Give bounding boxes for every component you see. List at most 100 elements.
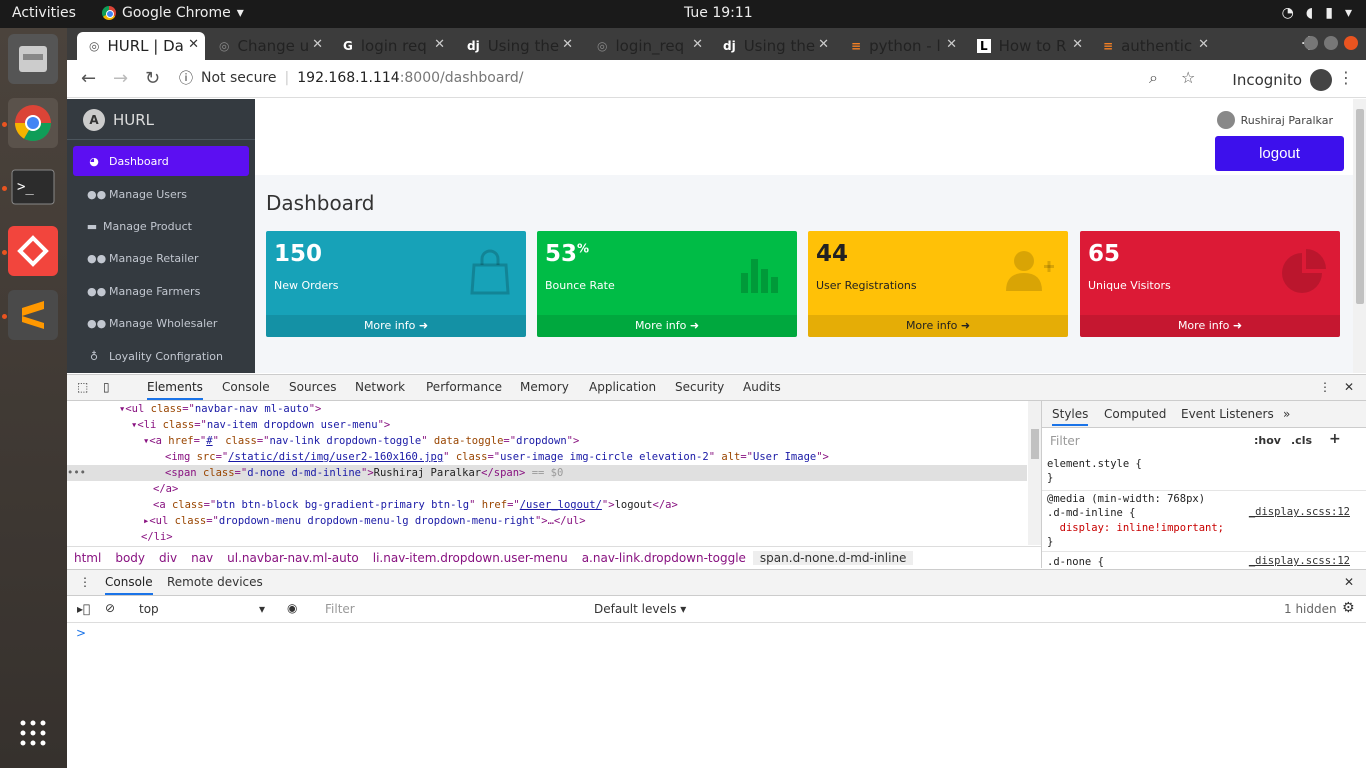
app-menu[interactable]: Google Chrome ▾ [102, 5, 244, 21]
tab-application[interactable]: Application [589, 380, 656, 394]
more-info-link[interactable]: More info ➜ [808, 315, 1068, 337]
dom-scrollbar[interactable] [1028, 401, 1041, 545]
breadcrumb-item[interactable]: ul.navbar-nav.ml-auto [220, 551, 366, 565]
tab-network[interactable]: Network [355, 380, 405, 394]
device-toggle-icon[interactable]: ▯ [103, 380, 110, 394]
tab-security[interactable]: Security [675, 380, 724, 394]
star-icon[interactable]: ☆ [1181, 68, 1195, 87]
show-applications-icon[interactable] [8, 708, 58, 758]
chevron-down-icon[interactable]: ▾ [259, 602, 265, 616]
page-scrollbar[interactable] [1353, 99, 1366, 373]
inspect-icon[interactable]: ⬚ [77, 380, 88, 394]
tab-remote-devices[interactable]: Remote devices [167, 575, 263, 589]
brand[interactable]: A HURL [83, 109, 154, 131]
info-icon[interactable]: ⓘ [179, 68, 193, 88]
style-source-link[interactable]: _display.scss:12 [1249, 506, 1350, 518]
zoom-icon[interactable]: ⌕ [1149, 68, 1158, 88]
style-declaration[interactable]: display: inline!important; [1047, 521, 1224, 535]
tab-console[interactable]: Console [222, 380, 270, 394]
sidebar-item-manage-product[interactable]: ▬ Manage Product [73, 211, 249, 241]
more-icon[interactable]: ⋮ [1319, 380, 1331, 394]
menu-icon[interactable]: ⋮ [1338, 68, 1354, 87]
files-icon[interactable] [8, 34, 58, 84]
drawer-menu-icon[interactable]: ⋮ [79, 575, 91, 589]
style-rule[interactable]: element.style { } [1047, 457, 1142, 485]
styles-filter-input[interactable]: Filter [1050, 434, 1080, 448]
close-icon[interactable]: ✕ [692, 37, 703, 52]
eye-icon[interactable]: ◉ [287, 601, 297, 615]
more-tabs-icon[interactable]: » [1283, 407, 1290, 421]
browser-tab[interactable]: Glogin req ✕ [331, 32, 451, 60]
anydesk-icon[interactable] [8, 226, 58, 276]
user-menu[interactable]: Rushiraj Paralkar [1216, 111, 1333, 129]
maximize-button[interactable] [1324, 36, 1338, 50]
sidebar-item-manage-users[interactable]: ●● Manage Users [73, 179, 249, 209]
close-devtools-icon[interactable]: ✕ [1344, 380, 1354, 394]
close-icon[interactable]: ✕ [946, 37, 957, 52]
browser-tab[interactable]: dj Using the ✕ [455, 32, 579, 60]
tab-computed[interactable]: Computed [1104, 407, 1166, 421]
dom-node[interactable]: ▾<ul class="navbar-nav ml-auto"> [119, 401, 1041, 417]
style-rule[interactable]: .d-none { [1047, 555, 1104, 568]
browser-tab[interactable]: ≡ python - l ✕ [839, 32, 963, 60]
breadcrumb-item[interactable]: a.nav-link.dropdown-toggle [575, 551, 753, 565]
cls-toggle[interactable]: .cls [1291, 434, 1312, 447]
system-tray[interactable]: ◔ ◖ ▮ ▾ [1282, 5, 1352, 21]
style-source-link[interactable]: _display.scss:12 [1249, 555, 1350, 567]
browser-tab[interactable]: ≡ authentic ✕ [1091, 32, 1215, 60]
dom-node[interactable]: </a> [153, 481, 1041, 497]
breadcrumb-item[interactable]: body [108, 551, 152, 565]
sidebar-item-manage-retailer[interactable]: ●● Manage Retailer [73, 243, 249, 273]
tab-event-listeners[interactable]: Event Listeners [1181, 407, 1274, 421]
close-icon[interactable]: ✕ [818, 37, 829, 52]
breadcrumb-item[interactable]: html [67, 551, 108, 565]
chrome-dock-icon[interactable] [8, 98, 58, 148]
browser-tab[interactable]: dj Using the ✕ [711, 32, 835, 60]
browser-tab[interactable]: ◎ HURL | Da ✕ [77, 32, 205, 60]
browser-tab[interactable]: ◎ login_req ✕ [585, 32, 709, 60]
gear-icon[interactable]: ⚙ [1342, 600, 1355, 616]
breadcrumb-item[interactable]: div [152, 551, 184, 565]
dom-node[interactable]: ▸<ul class="dropdown-menu dropdown-menu-… [143, 513, 1041, 529]
console-prompt[interactable]: > [76, 626, 86, 640]
dom-tree[interactable]: ▾<ul class="navbar-nav ml-auto"> ▾<li cl… [67, 401, 1041, 545]
sublime-text-icon[interactable] [8, 290, 58, 340]
close-drawer-icon[interactable]: ✕ [1344, 575, 1354, 589]
back-icon[interactable]: ← [81, 68, 96, 89]
close-icon[interactable]: ✕ [188, 37, 199, 52]
logout-button[interactable]: logout [1215, 136, 1344, 171]
log-levels-select[interactable]: Default levels ▾ [594, 602, 686, 616]
dom-node-selected[interactable]: ••• <span class="d-none d-md-inline">Rush… [67, 465, 1027, 481]
url-box[interactable]: ⓘ Not secure | 192.168.1.114:8000/dashbo… [179, 68, 524, 88]
sidebar-toggle-icon[interactable]: ▸⃞ [77, 602, 90, 616]
forward-icon[interactable]: → [113, 68, 128, 89]
tab-sources[interactable]: Sources [289, 380, 336, 394]
clear-console-icon[interactable]: ⊘ [105, 601, 115, 615]
tab-memory[interactable]: Memory [520, 380, 569, 394]
dom-node[interactable]: ▾<li class="nav-item dropdown user-menu"… [131, 417, 1041, 433]
incognito-indicator[interactable]: Incognito [1232, 69, 1332, 91]
tab-audits[interactable]: Audits [743, 380, 781, 394]
clock[interactable]: Tue 19:11 [684, 5, 753, 21]
sidebar-item-manage-wholesaler[interactable]: ●● Manage Wholesaler [73, 308, 249, 338]
browser-tab[interactable]: ◎ Change u ✕ [207, 32, 329, 60]
breadcrumb-item[interactable]: nav [184, 551, 220, 565]
sidebar-item-loyality-configration[interactable]: ♁ Loyality Configration [73, 341, 249, 371]
hov-toggle[interactable]: :hov [1254, 434, 1281, 447]
dom-node[interactable]: ▾<a href="#" class="nav-link dropdown-to… [143, 433, 1041, 449]
more-info-link[interactable]: More info ➜ [1080, 315, 1340, 337]
tab-elements[interactable]: Elements [147, 380, 203, 400]
dom-node[interactable]: <a class="btn btn-block bg-gradient-prim… [153, 497, 1041, 513]
tab-performance[interactable]: Performance [426, 380, 502, 394]
minimize-button[interactable] [1304, 36, 1318, 50]
terminal-icon[interactable]: >_ [8, 162, 58, 212]
tab-styles[interactable]: Styles [1052, 407, 1089, 426]
style-rule[interactable]: @media (min-width: 768px) .d-md-inline { [1047, 492, 1205, 520]
close-icon[interactable]: ✕ [312, 37, 323, 52]
breadcrumb-item[interactable]: span.d-none.d-md-inline [752, 550, 914, 565]
add-rule-icon[interactable]: + [1329, 431, 1341, 447]
dom-node[interactable]: </li> [141, 529, 1041, 545]
activities-button[interactable]: Activities [12, 5, 76, 21]
breadcrumb-item[interactable]: li.nav-item.dropdown.user-menu [366, 551, 575, 565]
dom-node[interactable]: <img src="/static/dist/img/user2-160x160… [165, 449, 1041, 465]
